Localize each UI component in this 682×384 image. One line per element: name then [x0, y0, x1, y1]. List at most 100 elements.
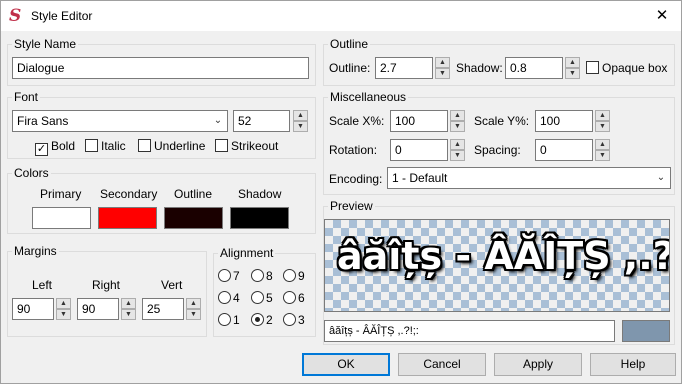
outline-color-swatch[interactable]	[164, 207, 223, 229]
scale-y-spinner[interactable]: ▲ ▼	[595, 110, 610, 132]
scale-y-label: Scale Y%:	[474, 114, 530, 128]
outline-width-spinner[interactable]: ▲ ▼	[435, 57, 450, 79]
font-size-spinner[interactable]: ▲ ▼	[293, 110, 308, 132]
align-9-radio[interactable]: 9	[283, 269, 305, 285]
align-6-radio[interactable]: 6	[283, 291, 305, 307]
strikeout-label: Strikeout	[231, 139, 279, 153]
shadow-width-label: Shadow:	[456, 61, 503, 75]
scale-x-label: Scale X%:	[329, 114, 385, 128]
arrow-up-icon[interactable]: ▲	[595, 110, 610, 121]
arrow-down-icon[interactable]: ▼	[435, 68, 450, 79]
cancel-button[interactable]: Cancel	[398, 353, 486, 376]
margins-group: Margins	[7, 244, 207, 337]
underline-label: Underline	[154, 139, 206, 153]
rotation-spinner[interactable]: ▲ ▼	[450, 139, 465, 161]
font-legend: Font	[12, 90, 41, 104]
align-8-radio[interactable]: 8	[251, 269, 273, 285]
encoding-label: Encoding:	[329, 172, 383, 186]
arrow-down-icon[interactable]: ▼	[450, 150, 465, 161]
encoding-select[interactable]: 1 - Default ⌄	[387, 167, 671, 189]
margin-vert-input[interactable]: 25	[142, 298, 184, 320]
arrow-up-icon[interactable]: ▲	[121, 298, 136, 309]
margins-legend: Margins	[12, 244, 59, 258]
scale-y-input[interactable]: 100	[535, 110, 593, 132]
alignment-legend: Alignment	[218, 246, 276, 260]
italic-checkbox[interactable]: Italic	[85, 139, 126, 155]
align-5-radio[interactable]: 5	[251, 291, 273, 307]
font-family-value: Fira Sans	[17, 114, 69, 128]
secondary-color-swatch[interactable]	[98, 207, 157, 229]
primary-label: Primary	[40, 187, 82, 201]
align-7-radio[interactable]: 7	[218, 269, 240, 285]
style-editor-window: S Style Editor ✕ Style Name Dialogue Fon…	[0, 0, 682, 384]
arrow-down-icon[interactable]: ▼	[595, 150, 610, 161]
arrow-up-icon[interactable]: ▲	[595, 139, 610, 150]
align-2-radio[interactable]: 2	[251, 313, 273, 329]
arrow-up-icon[interactable]: ▲	[186, 298, 201, 309]
strikeout-checkbox[interactable]: Strikeout	[215, 139, 278, 155]
arrow-up-icon[interactable]: ▲	[293, 110, 308, 121]
arrow-down-icon[interactable]: ▼	[595, 121, 610, 132]
opaque-box-checkbox[interactable]: Opaque box	[586, 61, 667, 77]
title-bar: S Style Editor ✕	[1, 1, 681, 31]
shadow-width-spinner[interactable]: ▲ ▼	[565, 57, 580, 79]
margin-vert-label: Vert	[161, 278, 183, 292]
margin-right-input[interactable]: 90	[77, 298, 119, 320]
app-logo-icon: S	[9, 6, 22, 26]
rotation-input[interactable]: 0	[390, 139, 448, 161]
encoding-value: 1 - Default	[392, 171, 448, 185]
arrow-up-icon[interactable]: ▲	[56, 298, 71, 309]
align-1-radio[interactable]: 1	[218, 313, 240, 329]
spacing-input[interactable]: 0	[535, 139, 593, 161]
preview-legend: Preview	[328, 199, 375, 213]
scale-x-input[interactable]: 100	[390, 110, 448, 132]
arrow-down-icon[interactable]: ▼	[450, 121, 465, 132]
arrow-up-icon[interactable]: ▲	[565, 57, 580, 68]
help-button[interactable]: Help	[590, 353, 676, 376]
arrow-down-icon[interactable]: ▼	[186, 309, 201, 320]
font-family-select[interactable]: Fira Sans ⌄	[12, 110, 228, 132]
arrow-up-icon[interactable]: ▲	[450, 110, 465, 121]
align-3-radio[interactable]: 3	[283, 313, 305, 329]
rotation-label: Rotation:	[329, 143, 378, 157]
arrow-up-icon[interactable]: ▲	[450, 139, 465, 150]
align-4-radio[interactable]: 4	[218, 291, 240, 307]
close-button[interactable]: ✕	[645, 1, 679, 31]
font-size-input[interactable]: 52	[233, 110, 290, 132]
preview-canvas: âăîțș - ÂĂÎȚȘ ,.?!;:	[324, 219, 670, 312]
scale-x-spinner[interactable]: ▲ ▼	[450, 110, 465, 132]
italic-label: Italic	[101, 139, 126, 153]
margin-left-label: Left	[32, 278, 53, 292]
arrow-down-icon[interactable]: ▼	[56, 309, 71, 320]
close-icon: ✕	[655, 7, 669, 24]
margin-left-spinner[interactable]: ▲ ▼	[56, 298, 71, 320]
ok-button[interactable]: OK	[302, 353, 390, 376]
colors-legend: Colors	[12, 166, 51, 180]
underline-checkbox[interactable]: Underline	[138, 139, 205, 155]
spacing-spinner[interactable]: ▲ ▼	[595, 139, 610, 161]
preview-text-input[interactable]: âăîțș - ÂĂÎȚȘ ,.?!;:	[324, 320, 615, 342]
style-name-input[interactable]: Dialogue	[12, 57, 309, 79]
apply-button[interactable]: Apply	[494, 353, 582, 376]
outline-color-label: Outline	[174, 187, 213, 201]
style-name-legend: Style Name	[12, 37, 79, 51]
chevron-down-icon: ⌄	[656, 172, 666, 183]
shadow-color-swatch[interactable]	[230, 207, 289, 229]
arrow-up-icon[interactable]: ▲	[435, 57, 450, 68]
preview-background-color-swatch[interactable]	[622, 320, 670, 342]
window-title: Style Editor	[31, 9, 93, 23]
preview-rendered-text: âăîțș - ÂĂÎȚȘ ,.?!;:	[337, 234, 670, 278]
outline-width-input[interactable]: 2.7	[375, 57, 433, 79]
arrow-down-icon[interactable]: ▼	[565, 68, 580, 79]
secondary-label: Secondary	[100, 187, 158, 201]
margin-vert-spinner[interactable]: ▲ ▼	[186, 298, 201, 320]
margin-right-spinner[interactable]: ▲ ▼	[121, 298, 136, 320]
opaque-box-label: Opaque box	[602, 61, 668, 75]
arrow-down-icon[interactable]: ▼	[293, 121, 308, 132]
primary-color-swatch[interactable]	[32, 207, 91, 229]
arrow-down-icon[interactable]: ▼	[121, 309, 136, 320]
margin-left-input[interactable]: 90	[12, 298, 54, 320]
outline-legend: Outline	[328, 37, 371, 51]
bold-checkbox[interactable]: ✓ Bold	[35, 139, 75, 156]
shadow-width-input[interactable]: 0.8	[505, 57, 563, 79]
